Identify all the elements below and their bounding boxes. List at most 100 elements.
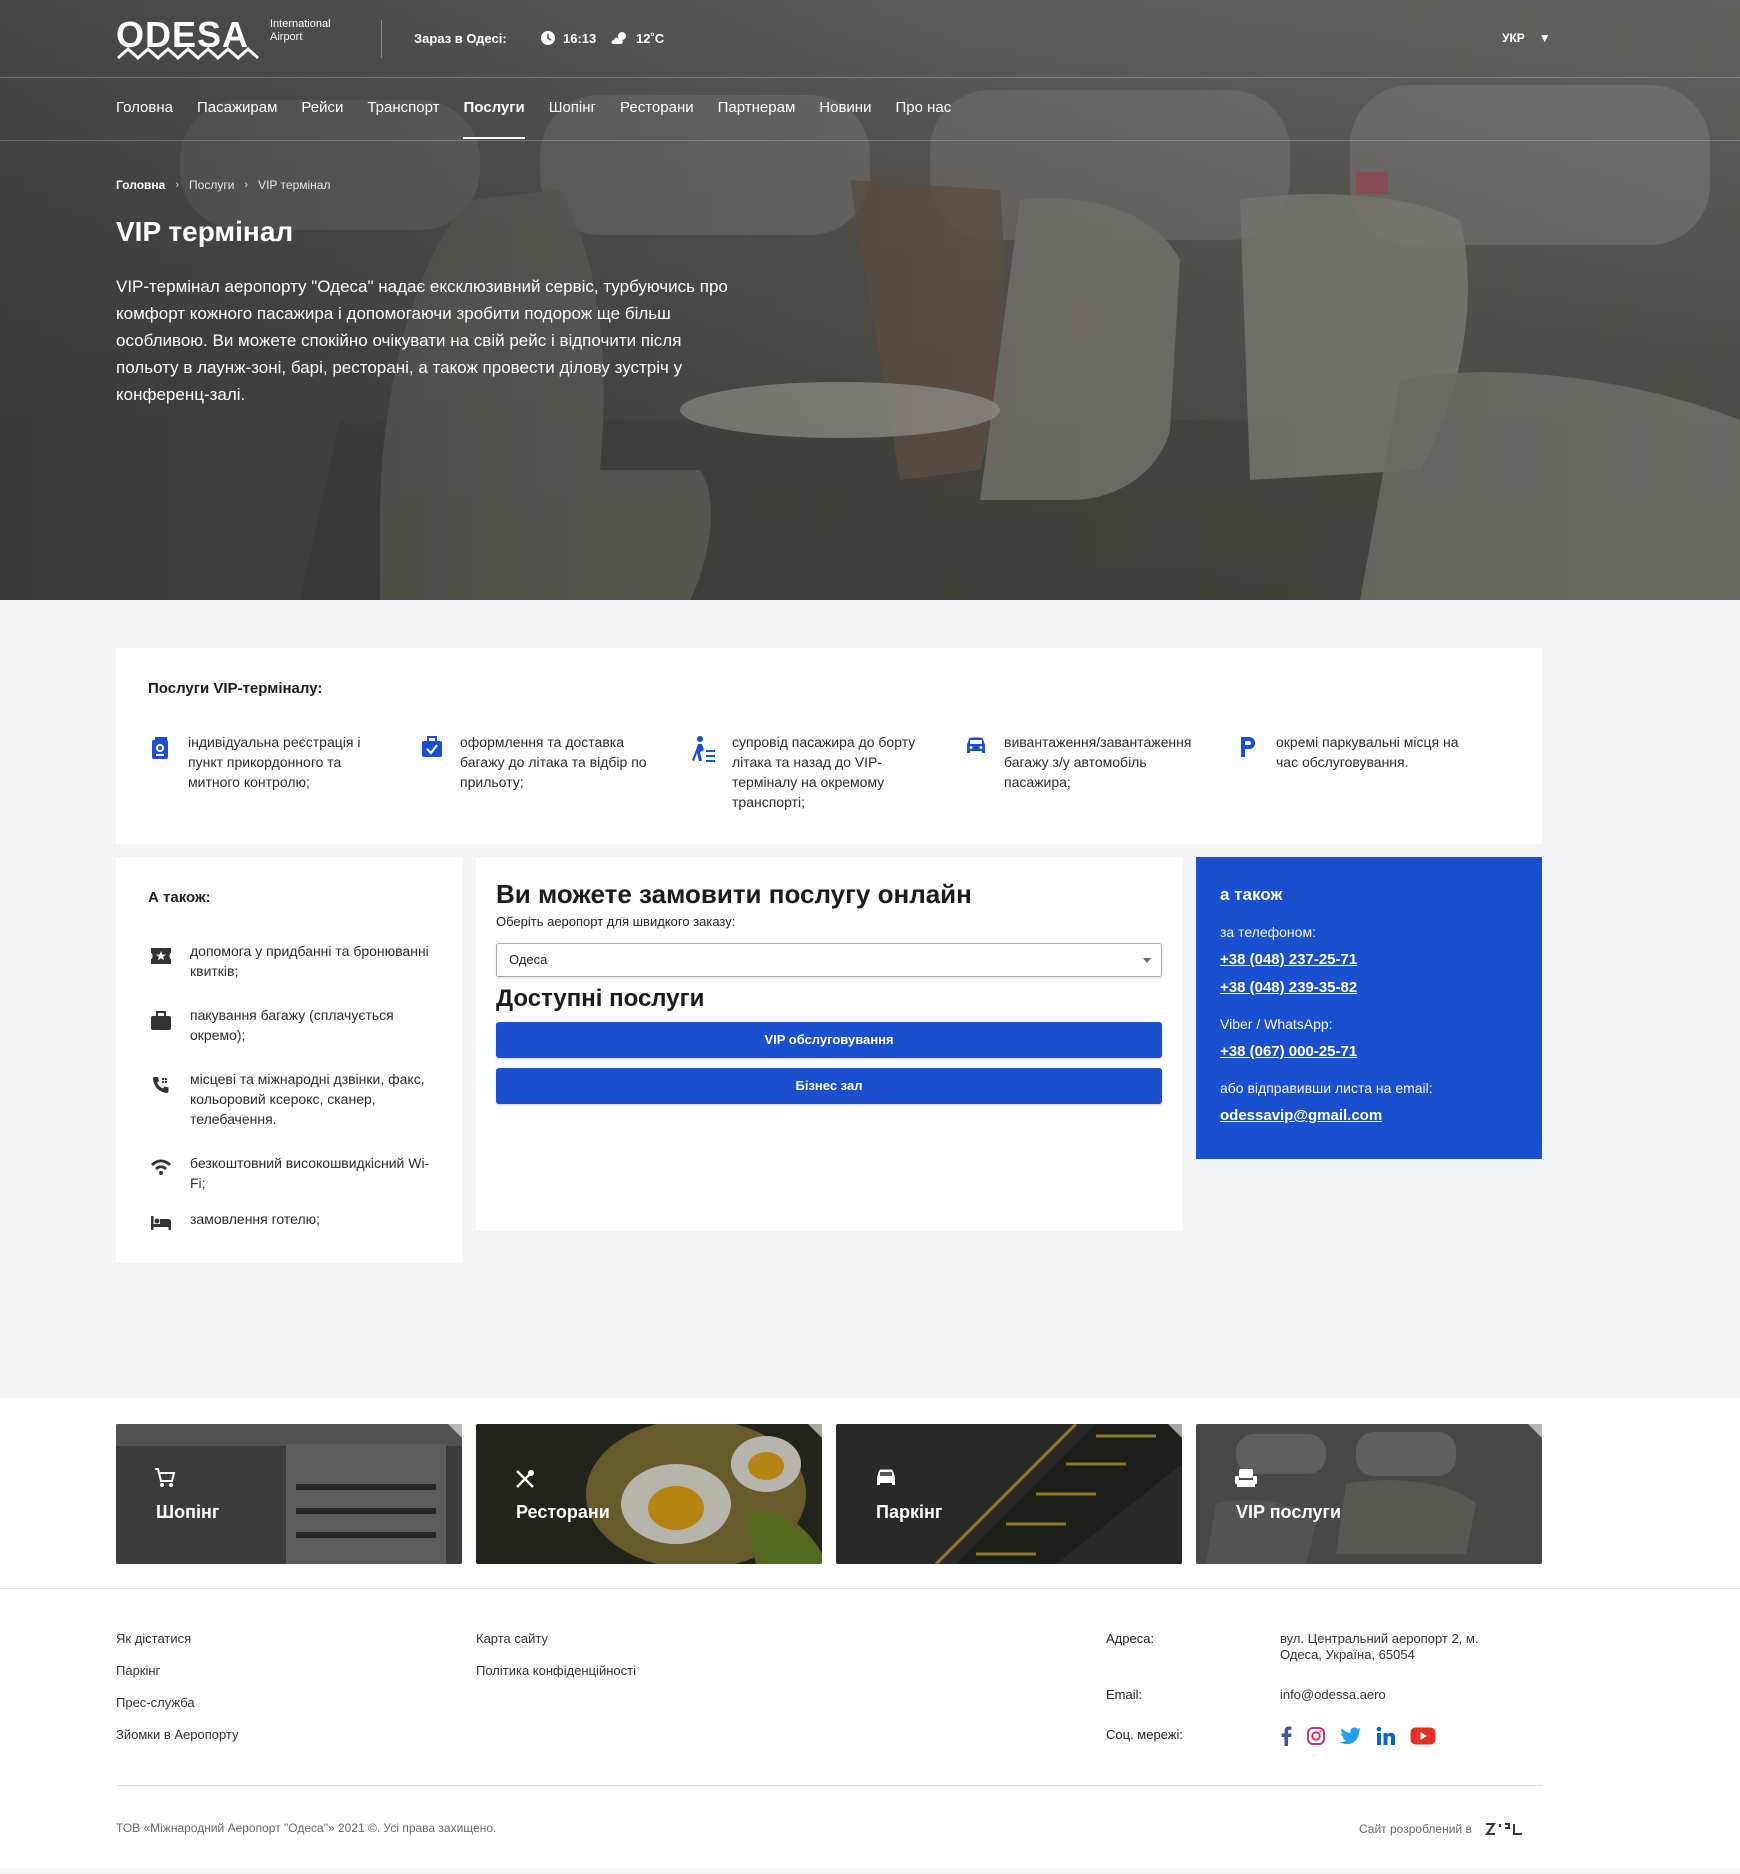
hotel-bed-icon <box>148 1209 174 1231</box>
local-time: 16:13 <box>540 30 596 46</box>
chevron-down-icon: ▼ <box>1538 31 1551 45</box>
nav-shopping[interactable]: Шопінг <box>549 78 596 140</box>
ticket-icon <box>148 941 174 981</box>
social-label: Соц. мережі: <box>1106 1727 1183 1742</box>
nav-services[interactable]: Послуги <box>463 78 525 140</box>
service-text: вивантаження/завантаження багажу з/у авт… <box>1004 734 1192 790</box>
footer-email-label: Email: <box>1106 1687 1143 1702</box>
parking-photo <box>836 1424 1182 1564</box>
now-in-odesa-label: Зараз в Одесі: <box>414 31 507 46</box>
nav-passengers[interactable]: Пасажирам <box>197 78 277 140</box>
footer-link-privacy[interactable]: Політика конфіденційності <box>476 1663 636 1678</box>
phone-link-1[interactable]: +38 (048) 237-25-71 <box>1220 951 1357 968</box>
developer-logo <box>1484 1823 1522 1835</box>
footer-link-press[interactable]: Прес-служба <box>116 1695 195 1710</box>
cloudy-weather-icon <box>611 32 626 44</box>
chevron-down-icon <box>1143 958 1151 963</box>
also-text: місцеві та міжнародні дзвінки, факс, кол… <box>190 1071 425 1127</box>
main-nav: Головна Пасажирам Рейси Транспорт Послуг… <box>116 78 975 140</box>
tile-shopping[interactable]: Шопінг <box>116 1424 462 1564</box>
social-links <box>1280 1726 1436 1746</box>
also-text: замовлення готелю; <box>190 1211 321 1227</box>
service-item: окремі паркувальні місця на час обслугов… <box>1234 732 1504 772</box>
airport-logo[interactable]: ODESA International Airport <box>116 14 356 64</box>
weather: 12˚C <box>610 30 664 46</box>
clock-icon <box>541 31 555 45</box>
chevron-right-icon: › <box>175 179 180 191</box>
email-label: або відправивши листа на email: <box>1220 1080 1433 1096</box>
nav-restaurants[interactable]: Ресторани <box>620 78 694 140</box>
also-text: допомога у придбанні та бронюванні квитк… <box>190 943 429 979</box>
viber-link[interactable]: +38 (067) 000-25-71 <box>1220 1043 1357 1060</box>
service-item: оформлення та доставка багажу до літака … <box>418 732 688 792</box>
logo-subtitle: International Airport <box>270 18 331 43</box>
phone-link-2[interactable]: +38 (048) 239-35-82 <box>1220 979 1357 996</box>
twitter-icon[interactable] <box>1340 1727 1362 1745</box>
cutlery-icon <box>516 1470 534 1488</box>
footer-email-link[interactable]: info@odessa.aero <box>1280 1687 1386 1702</box>
time-value: 16:13 <box>563 30 597 46</box>
tile-label: VIP послуги <box>1236 1502 1342 1522</box>
luggage-check-icon <box>418 736 446 764</box>
services-title: Послуги VIP-терміналу: <box>148 680 323 697</box>
nav-about[interactable]: Про нас <box>895 78 951 140</box>
email-link[interactable]: odessavip@gmail.com <box>1220 1107 1382 1124</box>
address-value: вул. Центральний аеропорт 2, м. Одеса, У… <box>1280 1631 1479 1662</box>
contacts-title: а також <box>1220 885 1283 904</box>
top-bar: ODESA International Airport Зараз в Одес… <box>0 0 1740 78</box>
tile-parking[interactable]: Паркінг <box>836 1424 1182 1564</box>
footer-link-filming[interactable]: Зйомки в Аеропорту <box>116 1727 239 1742</box>
tile-restaurants[interactable]: Ресторани <box>476 1424 822 1564</box>
nav-partners[interactable]: Партнерам <box>718 78 796 140</box>
vip-service-button[interactable]: VIP обслуговування <box>496 1022 1162 1058</box>
page-title: VIP термінал <box>116 216 294 247</box>
tile-label: Паркінг <box>876 1502 943 1522</box>
wifi-icon <box>148 1153 174 1193</box>
also-item: місцеві та міжнародні дзвінки, факс, кол… <box>148 1069 438 1129</box>
instagram-icon[interactable] <box>1306 1726 1326 1746</box>
nav-transport[interactable]: Транспорт <box>367 78 439 140</box>
nav-flights[interactable]: Рейси <box>301 78 343 140</box>
business-lounge-button[interactable]: Бізнес зал <box>496 1068 1162 1104</box>
service-item: супровід пасажира до борту літака та наз… <box>690 732 960 812</box>
online-order-card: Ви можете замовити послугу онлайн Оберіт… <box>476 857 1182 1231</box>
service-item: індивідуальна реєстрація і пункт прикорд… <box>146 732 416 792</box>
nav-news[interactable]: Новини <box>819 78 871 140</box>
suitcase-icon <box>148 1005 174 1045</box>
developer-credit[interactable]: Сайт розроблений в <box>1359 1821 1524 1837</box>
breadcrumb-home[interactable]: Головна <box>116 178 165 192</box>
developer-credit-text: Сайт розроблений в <box>1359 1822 1472 1836</box>
available-services-title: Доступні послуги <box>496 985 705 1012</box>
breadcrumb-services[interactable]: Послуги <box>189 178 234 192</box>
restaurants-photo <box>476 1424 822 1564</box>
cart-icon <box>155 1468 176 1487</box>
language-selector[interactable]: УКР ▼ <box>1502 31 1551 45</box>
hero-banner: ODESA International Airport Зараз в Одес… <box>0 0 1740 600</box>
chevron-right-icon: › <box>244 179 249 191</box>
tile-vip[interactable]: VIP послуги <box>1196 1424 1542 1564</box>
contacts-card: а також за телефоном: +38 (048) 237-25-7… <box>1196 857 1542 1159</box>
escort-icon <box>690 736 718 764</box>
airport-select-value: Одеса <box>509 952 548 967</box>
logo-wave-icon <box>116 46 260 61</box>
address-label: Адреса: <box>1106 1631 1155 1646</box>
service-text: супровід пасажира до борту літака та наз… <box>732 734 916 810</box>
also-text: пакування багажу (сплачується окремо); <box>190 1007 394 1043</box>
service-text: оформлення та доставка багажу до літака … <box>460 734 647 790</box>
linkedin-icon[interactable] <box>1376 1726 1396 1746</box>
nav-home[interactable]: Головна <box>116 78 173 140</box>
tile-label: Ресторани <box>516 1502 610 1522</box>
footer: Як дістатися Паркінг Прес-служба Зйомки … <box>0 1588 1740 1868</box>
footer-link-sitemap[interactable]: Карта сайту <box>476 1631 548 1646</box>
service-text: індивідуальна реєстрація і пункт прикорд… <box>188 734 361 790</box>
footer-link-how-to-get[interactable]: Як дістатися <box>116 1631 191 1646</box>
viber-label: Viber / WhatsApp: <box>1220 1016 1333 1032</box>
youtube-icon[interactable] <box>1410 1727 1436 1745</box>
service-item: вивантаження/завантаження багажу з/у авт… <box>962 732 1232 792</box>
airport-select[interactable]: Одеса <box>496 943 1162 977</box>
facebook-icon[interactable] <box>1280 1726 1292 1746</box>
service-text: окремі паркувальні місця на час обслугов… <box>1276 734 1459 770</box>
vip-services-card: Послуги VIP-терміналу: індивідуальна реє… <box>116 648 1542 844</box>
also-text: безкоштовний високошвидкісний Wi-Fi; <box>190 1155 430 1191</box>
footer-link-parking[interactable]: Паркінг <box>116 1663 160 1678</box>
